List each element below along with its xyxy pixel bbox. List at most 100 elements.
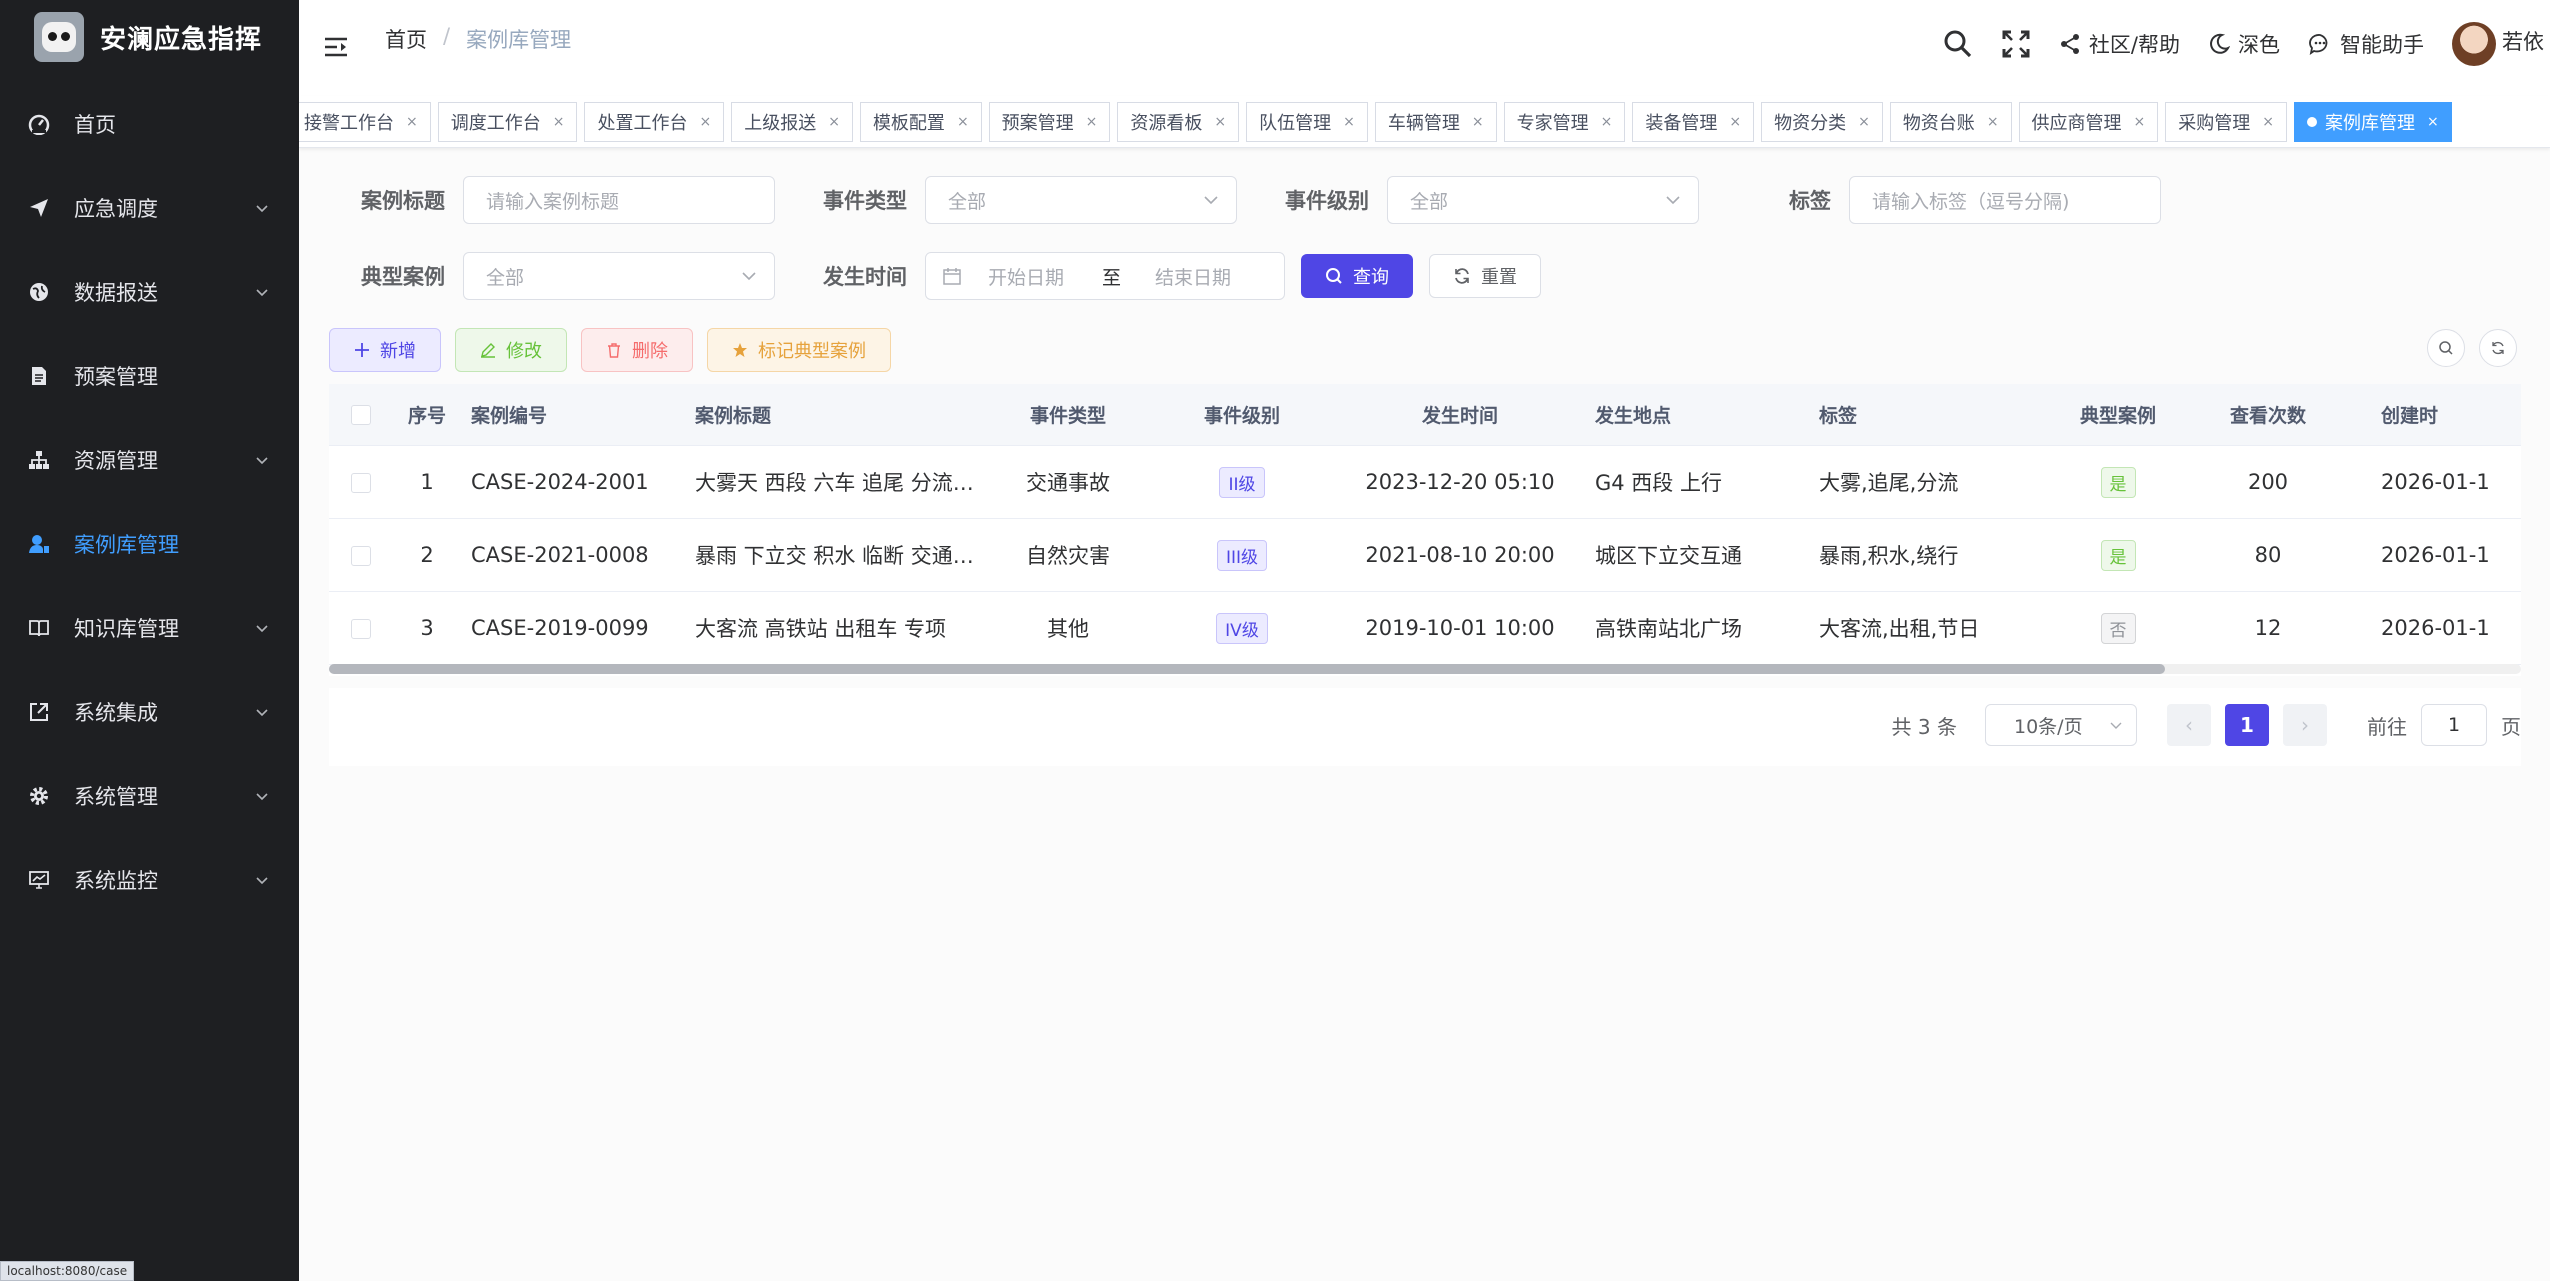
send-icon: [26, 195, 52, 221]
close-icon[interactable]: ×: [2262, 114, 2274, 130]
tab-tag[interactable]: 队伍管理 ×: [1246, 102, 1368, 142]
row-checkbox[interactable]: [329, 470, 393, 494]
cell-place: 城区下立交互通: [1595, 544, 1742, 568]
tab-tag[interactable]: 处置工作台 ×: [584, 102, 725, 142]
top-header: 首页 / 案例库管理 社区/帮助 深色 智能助手 若依: [299, 0, 2550, 96]
refresh-icon: [2492, 341, 2504, 355]
sidebar-item-integration[interactable]: 系统集成: [0, 670, 299, 754]
close-icon[interactable]: ×: [1987, 114, 1999, 130]
event-type-select[interactable]: 全部: [925, 176, 1237, 224]
col-header: 查看次数: [2229, 405, 2306, 427]
start-date[interactable]: 开始日期: [988, 263, 1064, 290]
tab-tag[interactable]: 预案管理 ×: [988, 102, 1111, 142]
sidebar-item-home[interactable]: 首页: [0, 82, 299, 166]
sidebar-item-report[interactable]: 数据报送: [0, 250, 299, 334]
close-icon[interactable]: ×: [1601, 114, 1613, 130]
sidebar-item-monitor[interactable]: 系统监控: [0, 838, 299, 922]
close-icon[interactable]: ×: [406, 114, 418, 130]
row-checkbox[interactable]: [329, 616, 393, 640]
page-number[interactable]: 1: [2225, 704, 2269, 746]
table-scrollbar[interactable]: [329, 664, 2521, 674]
table-row[interactable]: 1 CASE-2024-2001 大雾天 西段 六车 追尾 分流… 交通事故 II级 20…: [329, 446, 2521, 519]
edit-button[interactable]: 修改: [455, 328, 567, 372]
tab-tag[interactable]: 采购管理 ×: [2165, 102, 2288, 142]
toggle-search-button[interactable]: [2427, 329, 2465, 367]
event-level-select[interactable]: 全部: [1387, 176, 1699, 224]
row-checkbox[interactable]: [329, 543, 393, 567]
close-icon[interactable]: ×: [828, 114, 840, 130]
end-date[interactable]: 结束日期: [1155, 263, 1231, 290]
tags-input[interactable]: 请输入标签（逗号分隔): [1849, 176, 2161, 224]
sidebar-item-knowledge[interactable]: 知识库管理: [0, 586, 299, 670]
tab-tag[interactable]: 车辆管理 ×: [1374, 102, 1497, 142]
status-url: localhost:8080/case: [0, 1261, 135, 1281]
tab-tag[interactable]: 调度工作台 ×: [437, 102, 578, 142]
cell-no: 2: [420, 543, 434, 567]
brand[interactable]: 安澜应急指挥: [0, 0, 299, 74]
goto-page-input[interactable]: 1: [2421, 704, 2487, 746]
refresh-icon: [1455, 268, 1469, 284]
date-range-picker[interactable]: 开始日期 至 结束日期: [925, 252, 1285, 300]
sidebar-item-dispatch[interactable]: 应急调度: [0, 166, 299, 250]
typical-select[interactable]: 全部: [463, 252, 775, 300]
cell-place: 高铁南站北广场: [1595, 617, 1742, 641]
user-icon: [26, 531, 52, 557]
case-table: 序号 案例编号 案例标题 事件类型 事件级别 发生时间 发生地点 标签 典型案例…: [329, 384, 2521, 676]
tab-tag[interactable]: 装备管理 ×: [1632, 102, 1755, 142]
cell-place: G4 西段 上行: [1595, 471, 1722, 495]
close-icon[interactable]: ×: [553, 114, 565, 130]
close-icon[interactable]: ×: [1343, 114, 1355, 130]
close-icon[interactable]: ×: [957, 114, 969, 130]
edit-icon: [481, 343, 495, 358]
close-icon[interactable]: ×: [1214, 114, 1226, 130]
table-row[interactable]: 3 CASE-2019-0099 大客流 高铁站 出租车 专项 其他 IV级 2019-1…: [329, 592, 2521, 665]
cell-created: 2026-01-1: [2381, 470, 2490, 494]
tab-tag[interactable]: 物资分类 ×: [1761, 102, 1883, 142]
case-title-input[interactable]: 请输入案例标题: [463, 176, 775, 224]
close-icon[interactable]: ×: [1729, 114, 1741, 130]
close-icon[interactable]: ×: [1086, 114, 1098, 130]
tab-tag[interactable]: 上级报送 ×: [731, 102, 853, 142]
next-page-button[interactable]: ›: [2283, 704, 2327, 746]
tab-tag[interactable]: 资源看板 ×: [1117, 102, 1240, 142]
user-menu[interactable]: 若依: [2452, 22, 2544, 66]
cell-title: 暴雨 下立交 积水 临断 交通…: [695, 544, 974, 568]
page-size-select[interactable]: 10条/页: [1985, 704, 2137, 746]
delete-button[interactable]: 删除: [581, 328, 693, 372]
cell-no: 3: [420, 616, 434, 640]
search-button[interactable]: 查询: [1301, 254, 1413, 298]
search-icon[interactable]: [1943, 29, 1973, 59]
reset-button[interactable]: 重置: [1429, 254, 1541, 298]
tab-tag[interactable]: 物资台账 ×: [1889, 102, 2012, 142]
sidebar-item-resources[interactable]: 资源管理: [0, 418, 299, 502]
sidebar-item-system[interactable]: 系统管理: [0, 754, 299, 838]
refresh-table-button[interactable]: [2479, 329, 2517, 367]
select-all-checkbox[interactable]: [329, 404, 393, 426]
theme-toggle[interactable]: 深色: [2208, 29, 2280, 59]
sidebar-item-plans[interactable]: 预案管理: [0, 334, 299, 418]
sidebar-item-cases[interactable]: 案例库管理: [0, 502, 299, 586]
tab-tag[interactable]: 供应商管理 ×: [2018, 102, 2159, 142]
close-icon[interactable]: ×: [1858, 114, 1870, 130]
close-icon[interactable]: ×: [699, 114, 711, 130]
assistant-button[interactable]: 智能助手: [2308, 29, 2424, 59]
add-button[interactable]: 新增: [329, 328, 441, 372]
table-row[interactable]: 2 CASE-2021-0008 暴雨 下立交 积水 临断 交通… 自然灾害 III级 2…: [329, 519, 2521, 592]
close-icon[interactable]: ×: [2134, 114, 2146, 130]
close-icon[interactable]: ×: [2427, 114, 2439, 130]
tab-tag[interactable]: 专家管理 ×: [1503, 102, 1626, 142]
cell-code: CASE-2021-0008: [471, 543, 649, 567]
prev-page-button[interactable]: ‹: [2167, 704, 2211, 746]
close-icon[interactable]: ×: [1472, 114, 1484, 130]
hamburger-icon[interactable]: [323, 34, 349, 60]
moon-icon: [2210, 33, 2230, 54]
community-help-link[interactable]: 社区/帮助: [2059, 29, 2180, 59]
mark-typical-button[interactable]: 标记典型案例: [707, 328, 891, 372]
tab-tag[interactable]: 接警工作台 ×: [299, 102, 431, 142]
breadcrumb-home[interactable]: 首页: [385, 24, 427, 54]
fullscreen-icon[interactable]: [2001, 29, 2031, 59]
chevron-down-icon: [256, 289, 268, 297]
tree-icon: [26, 447, 52, 473]
tab-tag[interactable]: 模板配置 ×: [859, 102, 982, 142]
tab-tag[interactable]: 案例库管理 ×: [2294, 102, 2452, 142]
